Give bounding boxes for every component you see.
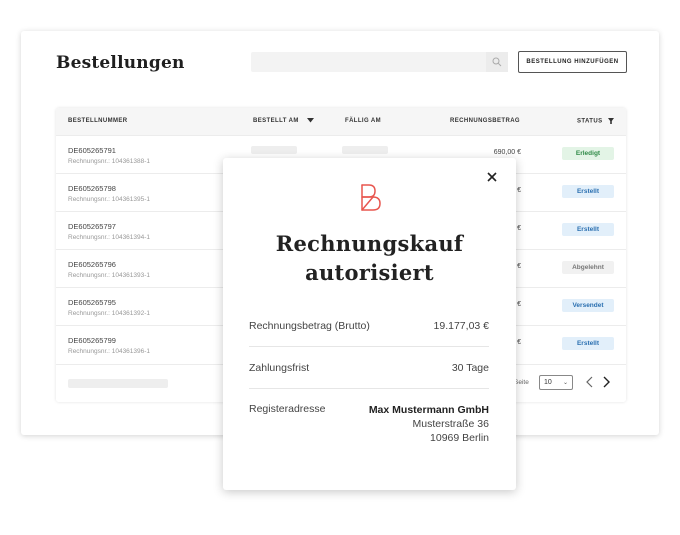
chevron-down-icon: ⌄ [562, 380, 568, 386]
invoice-amount: € [517, 263, 521, 270]
status-badge: Erledigt [562, 147, 614, 160]
invoice-number: Rechnungsnr.: 104361395-1 [68, 196, 151, 203]
status-badge: Abgelehnt [562, 261, 614, 274]
invoice-authorized-modal: Rechnungskauf autorisiert Rechnungsbetra… [223, 158, 516, 490]
status-badge: Erstellt [562, 223, 614, 236]
invoice-amount-value: 19.177,03 € [433, 320, 489, 332]
register-address-label: Registeradresse [249, 403, 326, 415]
invoice-amount: € [517, 187, 521, 194]
page-title: Bestellungen [56, 53, 185, 73]
payment-term-label: Zahlungsfrist [249, 362, 310, 374]
invoice-number: Rechnungsnr.: 104361393-1 [68, 272, 151, 279]
invoice-number: Rechnungsnr.: 104361392-1 [68, 310, 151, 317]
column-header-order-number[interactable]: BESTELLNUMMER [68, 118, 128, 124]
order-number: DE605265791 [68, 146, 116, 155]
add-order-button[interactable]: BESTELLUNG HINZUFÜGEN [518, 51, 627, 73]
chevron-left-icon[interactable] [584, 374, 596, 390]
search-button[interactable] [486, 52, 508, 72]
page-size-label: Seite [514, 379, 529, 386]
order-number: DE605265798 [68, 184, 116, 193]
invoice-number: Rechnungsnr.: 104361388-1 [68, 158, 151, 165]
register-address: Max Mustermann GmbH Musterstraße 36 1096… [369, 403, 489, 445]
search-icon [492, 57, 502, 67]
status-badge: Erstellt [562, 185, 614, 198]
due-at-placeholder [342, 146, 388, 154]
chevron-right-icon[interactable] [600, 374, 612, 390]
modal-title: Rechnungskauf autorisiert [223, 229, 516, 287]
modal-title-line-1: Rechnungskauf [275, 231, 464, 256]
column-header-due-at[interactable]: FÄLLIG AM [345, 118, 381, 124]
column-header-ordered-at-label: BESTELLT AM [253, 118, 299, 125]
status-badge: Versendet [562, 299, 614, 312]
invoice-amount: 690,00 € [493, 149, 521, 156]
page-size-select[interactable]: 10 ⌄ [539, 375, 573, 390]
address-company: Max Mustermann GmbH [368, 404, 489, 416]
divider [249, 346, 489, 347]
modal-title-line-2: autorisiert [305, 260, 434, 285]
column-header-ordered-at[interactable]: BESTELLT AM [253, 118, 314, 124]
invoice-amount: € [517, 225, 521, 232]
search-input[interactable] [251, 52, 484, 72]
divider [249, 388, 489, 389]
order-number: DE605265797 [68, 222, 116, 231]
ordered-at-placeholder [251, 146, 297, 154]
payment-term-value: 30 Tage [451, 362, 489, 374]
search-bar [251, 52, 508, 72]
invoice-number: Rechnungsnr.: 104361396-1 [68, 348, 151, 355]
invoice-number: Rechnungsnr.: 104361394-1 [68, 234, 151, 241]
close-icon[interactable] [485, 170, 499, 184]
status-badge: Erstellt [562, 337, 614, 350]
table-header: BESTELLNUMMER BESTELLT AM FÄLLIG AM RECH… [56, 108, 626, 135]
sort-down-icon [306, 118, 314, 123]
brand-logo-icon [361, 184, 381, 211]
order-number: DE605265795 [68, 298, 116, 307]
order-number: DE605265799 [68, 336, 116, 345]
column-header-status-label: STATUS [577, 118, 603, 125]
address-street: Musterstraße 36 [412, 418, 489, 430]
footer-placeholder [68, 379, 168, 388]
column-header-invoice-amount[interactable]: RECHNUNGSBETRAG [450, 118, 520, 124]
invoice-amount: € [517, 301, 521, 308]
column-header-status[interactable]: STATUS [577, 118, 614, 125]
filter-icon [607, 118, 614, 124]
address-city: 10969 Berlin [430, 432, 489, 444]
order-number: DE605265796 [68, 260, 116, 269]
page-size-value: 10 [544, 379, 552, 386]
invoice-amount: € [517, 339, 521, 346]
invoice-amount-label: Rechnungsbetrag (Brutto) [249, 320, 370, 332]
